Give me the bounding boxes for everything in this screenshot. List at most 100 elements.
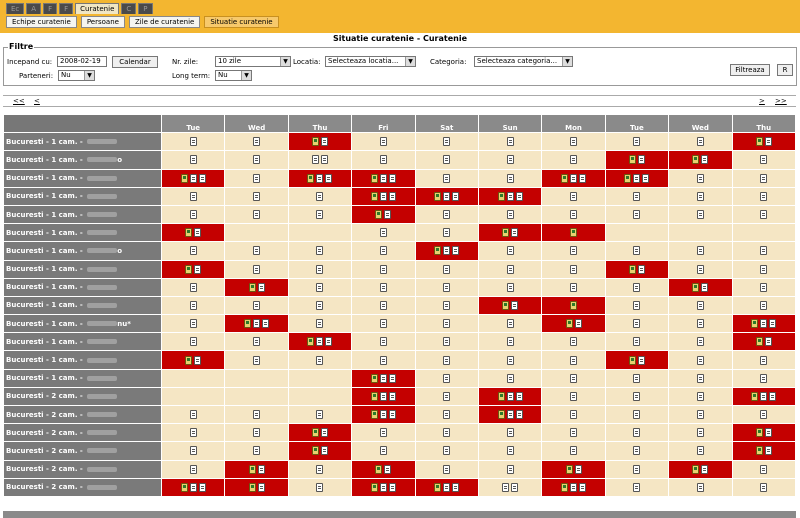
day-cell[interactable]: [541, 386, 606, 407]
day-cell[interactable]: [224, 150, 289, 170]
day-cell[interactable]: [160, 150, 226, 170]
tab-3[interactable]: F: [59, 3, 74, 14]
day-cell[interactable]: [668, 441, 733, 461]
day-cell[interactable]: [604, 441, 670, 461]
day-cell[interactable]: [414, 295, 479, 316]
booked-cell[interactable]: [477, 186, 543, 206]
day-cell[interactable]: [731, 404, 797, 425]
day-cell[interactable]: [414, 204, 479, 225]
day-cell[interactable]: [477, 277, 543, 297]
day-cell[interactable]: [477, 132, 543, 152]
day-cell[interactable]: [541, 186, 606, 206]
day-cell[interactable]: [351, 350, 416, 370]
tab-1[interactable]: A: [26, 3, 42, 14]
parteneri-select[interactable]: Nu ▼: [58, 70, 95, 81]
day-cell[interactable]: [414, 132, 479, 152]
day-cell[interactable]: [731, 477, 797, 497]
day-cell[interactable]: [287, 204, 353, 225]
nav-next-link[interactable]: >: [759, 96, 765, 107]
tab-2[interactable]: F: [43, 3, 58, 14]
day-cell[interactable]: [287, 241, 353, 261]
start-date-input[interactable]: 2008-02-19: [57, 56, 107, 67]
day-cell[interactable]: [604, 459, 670, 479]
day-cell[interactable]: [224, 295, 289, 316]
day-cell[interactable]: [541, 241, 606, 261]
subtab-2[interactable]: Zile de curatenie: [128, 16, 201, 28]
day-cell[interactable]: [731, 186, 797, 206]
day-cell[interactable]: [477, 350, 543, 370]
booked-cell[interactable]: [351, 368, 416, 388]
day-cell[interactable]: [731, 223, 797, 243]
day-cell[interactable]: [414, 259, 479, 279]
day-cell[interactable]: [414, 368, 479, 388]
day-cell[interactable]: [668, 423, 733, 443]
day-cell[interactable]: [224, 368, 289, 388]
day-cell[interactable]: [160, 314, 226, 334]
day-cell[interactable]: [731, 295, 797, 316]
day-cell[interactable]: [541, 332, 606, 352]
booked-cell[interactable]: [160, 168, 226, 188]
day-cell[interactable]: [351, 223, 416, 243]
booked-cell[interactable]: [287, 168, 353, 188]
day-cell[interactable]: [160, 423, 226, 443]
booked-cell[interactable]: [668, 459, 733, 479]
day-cell[interactable]: [287, 386, 353, 407]
day-cell[interactable]: [224, 223, 289, 243]
day-cell[interactable]: [541, 404, 606, 425]
day-cell[interactable]: [160, 277, 226, 297]
booked-cell[interactable]: [541, 459, 606, 479]
day-cell[interactable]: [541, 150, 606, 170]
booked-cell[interactable]: [160, 223, 226, 243]
booked-cell[interactable]: [731, 386, 797, 407]
tab-0[interactable]: Ec: [6, 3, 25, 14]
day-cell[interactable]: [224, 132, 289, 152]
day-cell[interactable]: [224, 168, 289, 188]
day-cell[interactable]: [604, 368, 670, 388]
booked-cell[interactable]: [351, 404, 416, 425]
day-cell[interactable]: [541, 441, 606, 461]
day-cell[interactable]: [668, 259, 733, 279]
booked-cell[interactable]: [668, 150, 733, 170]
day-cell[interactable]: [731, 259, 797, 279]
booked-cell[interactable]: [160, 350, 226, 370]
day-cell[interactable]: [287, 186, 353, 206]
day-cell[interactable]: [287, 277, 353, 297]
day-cell[interactable]: [287, 295, 353, 316]
day-cell[interactable]: [541, 132, 606, 152]
day-cell[interactable]: [541, 350, 606, 370]
subtab-1[interactable]: Persoane: [80, 16, 125, 28]
day-cell[interactable]: [604, 295, 670, 316]
day-cell[interactable]: [477, 168, 543, 188]
tab-5[interactable]: C: [121, 3, 137, 14]
day-cell[interactable]: [351, 423, 416, 443]
booked-cell[interactable]: [731, 423, 797, 443]
day-cell[interactable]: [604, 477, 670, 497]
day-cell[interactable]: [604, 186, 670, 206]
day-cell[interactable]: [541, 277, 606, 297]
day-cell[interactable]: [160, 332, 226, 352]
day-cell[interactable]: [541, 259, 606, 279]
subtab-3[interactable]: Situatie curatenie: [204, 16, 279, 28]
booked-cell[interactable]: [351, 477, 416, 497]
booked-cell[interactable]: [541, 477, 606, 497]
booked-cell[interactable]: [731, 441, 797, 461]
day-cell[interactable]: [668, 477, 733, 497]
day-cell[interactable]: [604, 423, 670, 443]
booked-cell[interactable]: [351, 204, 416, 225]
day-cell[interactable]: [224, 441, 289, 461]
booked-cell[interactable]: [287, 332, 353, 352]
booked-cell[interactable]: [541, 295, 606, 316]
nav-prev-link[interactable]: <: [34, 96, 40, 107]
booked-cell[interactable]: [287, 441, 353, 461]
day-cell[interactable]: [287, 404, 353, 425]
locatia-select[interactable]: Selecteaza locatia... ▼: [325, 56, 416, 67]
day-cell[interactable]: [477, 459, 543, 479]
booked-cell[interactable]: [477, 386, 543, 407]
day-cell[interactable]: [287, 150, 353, 170]
day-cell[interactable]: [477, 314, 543, 334]
booked-cell[interactable]: [731, 132, 797, 152]
day-cell[interactable]: [287, 314, 353, 334]
day-cell[interactable]: [287, 259, 353, 279]
day-cell[interactable]: [351, 332, 416, 352]
day-cell[interactable]: [351, 314, 416, 334]
